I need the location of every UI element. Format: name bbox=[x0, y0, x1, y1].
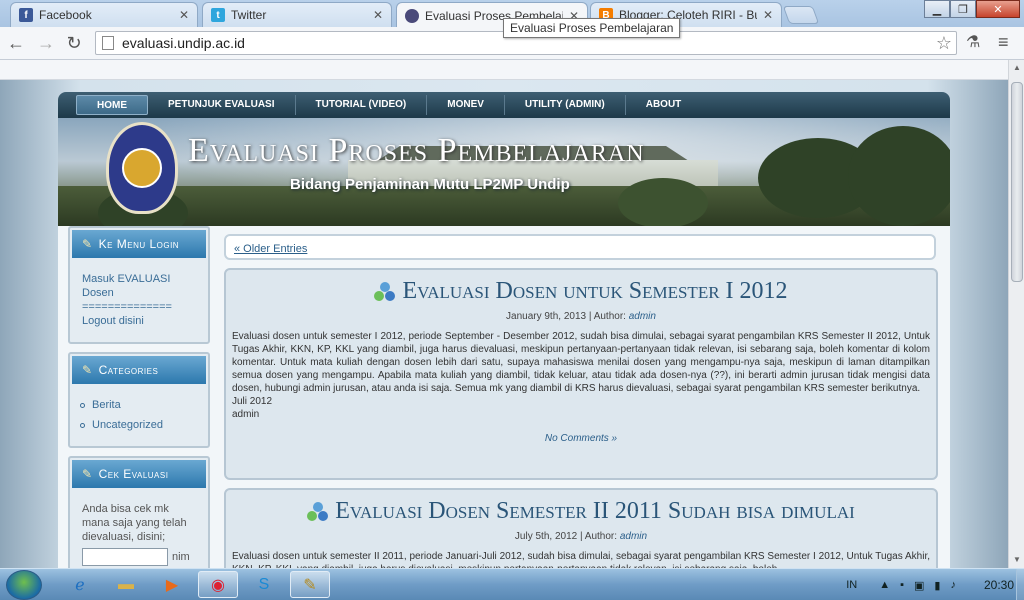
minimize-icon[interactable]: ▁ bbox=[924, 0, 950, 18]
url-text: evaluasi.undip.ac.id bbox=[122, 35, 245, 51]
nav-home[interactable]: HOME bbox=[76, 95, 148, 115]
window-controls: ▁ ❐ ✕ bbox=[924, 0, 1020, 18]
network-icon[interactable]: ▣ bbox=[914, 579, 924, 592]
close-icon[interactable]: ✕ bbox=[373, 8, 383, 22]
media-player-icon[interactable]: ▶ bbox=[152, 571, 192, 598]
site-wrapper: HOME PETUNJUK EVALUASI TUTORIAL (VIDEO) … bbox=[58, 92, 950, 568]
twitter-icon: t bbox=[211, 8, 225, 22]
login-widget: ✎ Ke Menu Login Masuk EVALUASI Dosen ===… bbox=[68, 226, 210, 344]
nav-utility[interactable]: UTILITY (ADMIN) bbox=[505, 95, 626, 115]
scroll-up-icon[interactable]: ▲ bbox=[1009, 60, 1024, 76]
widget-title: ✎ Ke Menu Login bbox=[72, 230, 206, 258]
content-area: ✎ Ke Menu Login Masuk EVALUASI Dosen ===… bbox=[58, 226, 950, 568]
start-button[interactable] bbox=[6, 570, 42, 600]
back-arrow-icon[interactable]: ← bbox=[6, 33, 26, 53]
pencil-icon: ✎ bbox=[82, 467, 93, 481]
explorer-icon[interactable]: ▬ bbox=[106, 571, 146, 598]
post-title[interactable]: Evaluasi Dosen untuk Semester I 2012 bbox=[226, 278, 936, 305]
site-title[interactable]: Evaluasi Proses Pembelajaran bbox=[188, 132, 645, 170]
bookmark-bar bbox=[0, 60, 1008, 80]
pencil-icon: ✎ bbox=[82, 237, 93, 251]
nav-monev[interactable]: MONEV bbox=[427, 95, 505, 115]
page-icon bbox=[102, 36, 114, 50]
post-card: Evaluasi Dosen untuk Semester I 2012 Jan… bbox=[224, 268, 938, 480]
tab-tooltip: Evaluasi Proses Pembelajaran bbox=[503, 18, 681, 38]
older-entries-bar: « Older Entries bbox=[224, 234, 936, 260]
site-header: Evaluasi Proses Pembelajaran Bidang Penj… bbox=[58, 118, 950, 226]
skype-icon[interactable]: S bbox=[244, 571, 284, 598]
restore-icon[interactable]: ❐ bbox=[950, 0, 976, 18]
post-body: Evaluasi dosen untuk semester II 2011, p… bbox=[232, 551, 930, 568]
system-tray: IN ▲ ▪ ▣ ▮ ♪ 20:30 bbox=[836, 569, 1014, 600]
cek-description: Anda bisa cek mk mana saja yang telah di… bbox=[82, 503, 187, 543]
logout-link[interactable]: Logout disini bbox=[82, 315, 144, 327]
post-title[interactable]: Evaluasi Dosen Semester II 2011 Sudah bi… bbox=[226, 498, 936, 525]
tab-label: Facebook bbox=[39, 8, 92, 22]
site-navigation: HOME PETUNJUK EVALUASI TUTORIAL (VIDEO) … bbox=[58, 92, 950, 118]
cek-evaluasi-widget: ✎ Cek Evaluasi Anda bisa cek mk mana saj… bbox=[68, 456, 210, 568]
undip-seal-icon bbox=[405, 8, 419, 23]
close-icon[interactable]: ✕ bbox=[179, 8, 189, 22]
separator-text: ============== bbox=[82, 301, 172, 313]
molecule-icon bbox=[307, 501, 329, 522]
post-body: Evaluasi dosen untuk semester I 2012, pe… bbox=[232, 331, 930, 420]
tab-twitter[interactable]: t Twitter ✕ bbox=[202, 2, 392, 27]
undip-logo bbox=[106, 122, 178, 214]
pencil-icon: ✎ bbox=[82, 363, 93, 377]
volume-icon[interactable]: ♪ bbox=[950, 579, 956, 591]
login-link[interactable]: Masuk EVALUASI Dosen bbox=[82, 273, 170, 299]
close-icon[interactable]: ✕ bbox=[763, 8, 773, 22]
menu-icon[interactable]: ≡ bbox=[998, 32, 1009, 53]
tab-facebook[interactable]: f Facebook ✕ bbox=[10, 2, 198, 27]
older-entries-link[interactable]: « Older Entries bbox=[234, 243, 307, 255]
show-hidden-icon[interactable]: ▲ bbox=[879, 579, 890, 591]
bookmark-star-icon[interactable]: ☆ bbox=[936, 33, 952, 54]
close-window-icon[interactable]: ✕ bbox=[976, 0, 1020, 18]
tab-label: Twitter bbox=[231, 8, 267, 22]
clock[interactable]: 20:30 bbox=[984, 578, 1014, 592]
post-card: Evaluasi Dosen Semester II 2011 Sudah bi… bbox=[224, 488, 938, 568]
page-scrollbar[interactable]: ▲ ▼ bbox=[1008, 60, 1024, 568]
ie-icon[interactable]: ℯ bbox=[60, 571, 100, 598]
language-indicator[interactable]: IN bbox=[846, 579, 857, 591]
categories-widget: ✎ Categories Berita Uncategorized bbox=[68, 352, 210, 448]
post-meta: July 5th, 2012 | Author: admin bbox=[514, 531, 648, 542]
nav-petunjuk[interactable]: PETUNJUK EVALUASI bbox=[148, 95, 296, 115]
molecule-icon bbox=[374, 281, 396, 302]
battery-icon[interactable]: ▮ bbox=[934, 579, 940, 592]
comments-link[interactable]: No Comments » bbox=[226, 425, 936, 452]
nav-about[interactable]: ABOUT bbox=[626, 95, 702, 115]
category-item[interactable]: Berita bbox=[80, 398, 196, 412]
chrome-icon[interactable]: ◉ bbox=[198, 571, 238, 598]
widget-title: ✎ Cek Evaluasi bbox=[72, 460, 206, 488]
nim-label: nim bbox=[172, 551, 190, 563]
site-subtitle: Bidang Penjaminan Mutu LP2MP Undip bbox=[290, 176, 570, 193]
widget-title: ✎ Categories bbox=[72, 356, 206, 384]
category-item[interactable]: Uncategorized bbox=[80, 418, 196, 432]
nav-tutorial[interactable]: TUTORIAL (VIDEO) bbox=[296, 95, 428, 115]
security-icon[interactable]: ▪ bbox=[900, 579, 904, 591]
page-viewport: HOME PETUNJUK EVALUASI TUTORIAL (VIDEO) … bbox=[0, 80, 1008, 568]
bullet-icon bbox=[80, 402, 85, 408]
post-meta: January 9th, 2013 | Author: admin bbox=[506, 311, 656, 322]
scroll-down-icon[interactable]: ▼ bbox=[1009, 552, 1024, 568]
facebook-icon: f bbox=[19, 8, 33, 22]
extension-icon[interactable]: ⚗ bbox=[966, 32, 980, 52]
misc-app-icon[interactable]: ✎ bbox=[290, 571, 330, 598]
reload-icon[interactable]: ↻ bbox=[64, 33, 84, 53]
forward-arrow-icon[interactable]: → bbox=[36, 33, 56, 53]
bullet-icon bbox=[80, 422, 85, 428]
show-desktop-button[interactable] bbox=[1016, 569, 1024, 600]
nim-input[interactable] bbox=[82, 548, 168, 566]
windows-taskbar: ℯ ▬ ▶ ◉ S ✎ IN ▲ ▪ ▣ ▮ ♪ 20:30 bbox=[0, 568, 1024, 600]
new-tab-button[interactable] bbox=[782, 6, 820, 24]
scroll-thumb[interactable] bbox=[1011, 82, 1023, 282]
